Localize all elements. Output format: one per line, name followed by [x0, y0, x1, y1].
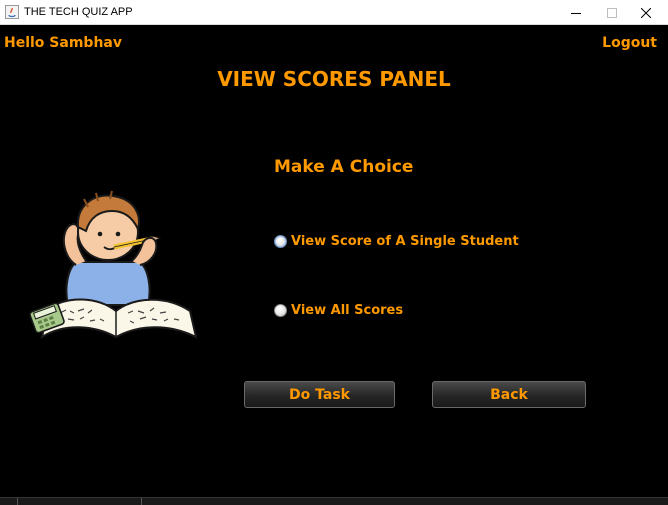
java-app-icon [5, 5, 19, 19]
do-task-button[interactable]: Do Task [244, 381, 395, 408]
maximize-icon [607, 7, 617, 18]
radio-button[interactable] [274, 304, 287, 317]
radio-label: View All Scores [291, 303, 404, 318]
minimize-icon [571, 12, 581, 14]
close-icon [641, 7, 651, 18]
radio-button-selected[interactable] [274, 235, 287, 248]
choice-prompt: Make A Choice [274, 157, 414, 177]
main-content: Hello Sambhav Logout VIEW SCORES PANEL M… [0, 25, 668, 497]
radio-label: View Score of A Single Student [291, 234, 519, 249]
close-button[interactable] [624, 0, 668, 25]
window-title: THE TECH QUIZ APP [24, 6, 133, 18]
status-segment [18, 498, 142, 505]
window-title-bar: THE TECH QUIZ APP [0, 0, 668, 25]
bottom-status-strip [0, 497, 668, 505]
student-studying-illustration [29, 190, 198, 340]
radio-all-scores[interactable]: View All Scores [274, 303, 403, 318]
panel-title: VIEW SCORES PANEL [217, 67, 451, 91]
radio-single-student[interactable]: View Score of A Single Student [274, 234, 519, 249]
logout-link[interactable]: Logout [602, 35, 657, 51]
back-button[interactable]: Back [432, 381, 586, 408]
status-segment [0, 498, 18, 505]
greeting-label: Hello Sambhav [4, 35, 122, 51]
